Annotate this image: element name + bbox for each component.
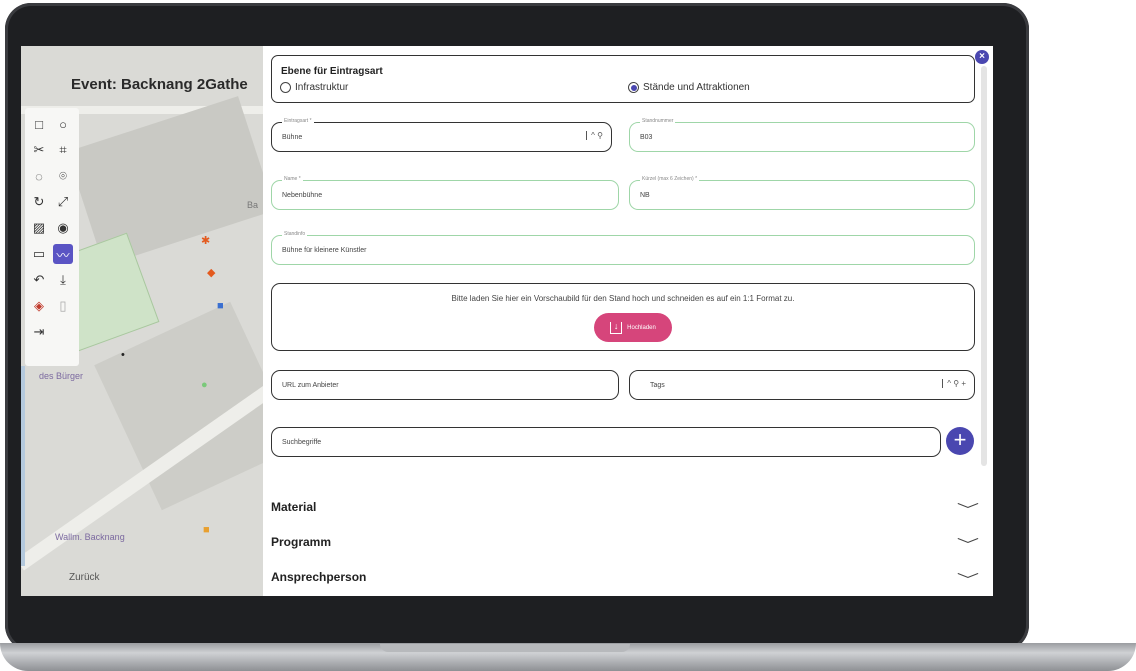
scrollbar[interactable]: [981, 66, 987, 466]
image-icon[interactable]: ▨: [29, 218, 49, 238]
field-placeholder: Suchbegriffe: [282, 439, 322, 446]
radio-dot[interactable]: [280, 82, 291, 93]
dropdown-search-icon[interactable]: ^ ⚲: [586, 131, 603, 140]
section-material[interactable]: Material ﹀: [271, 500, 979, 524]
upload-instructions: Bitte laden Sie hier ein Vorschaubild fü…: [451, 294, 795, 303]
radio-label: Stände und Attraktionen: [643, 82, 750, 93]
field-label: Eintragsart *: [282, 118, 314, 124]
rotate-icon[interactable]: ↻: [29, 192, 49, 212]
section-ansprechperson[interactable]: Ansprechperson ﹀: [271, 570, 979, 594]
chevron-down-icon[interactable]: ﹀: [957, 570, 979, 590]
chevron-down-icon[interactable]: ﹀: [957, 535, 979, 555]
square-icon[interactable]: □: [29, 114, 49, 134]
upload-button[interactable]: ↓ Hochladen: [594, 313, 672, 342]
screen: ✱ ◆ ■ ● • ■ Event: Backnang 2Gathe Wallm…: [21, 46, 993, 596]
field-value: NB: [640, 192, 650, 199]
map-label: Wallm. Backnang: [55, 532, 125, 542]
layer-type-title: Ebene für Eintragsart: [281, 66, 383, 77]
image-upload-area: Bitte laden Sie hier ein Vorschaubild fü…: [271, 283, 975, 351]
map-label: Ba: [247, 200, 259, 210]
resize-icon[interactable]: ⤢: [53, 192, 73, 212]
section-programm[interactable]: Programm ﹀: [271, 535, 979, 559]
dashed-circle-icon[interactable]: ◌: [29, 166, 49, 186]
suchbegriffe-field[interactable]: Suchbegriffe: [271, 427, 941, 457]
polygon-edit-icon[interactable]: ⌗: [53, 140, 73, 160]
map-block: [66, 96, 263, 266]
layers-icon[interactable]: ◈: [29, 296, 49, 316]
event-title: Event: Backnang 2Gathe: [71, 76, 248, 93]
location-pin-icon[interactable]: ⌾: [53, 166, 73, 186]
standinfo-field[interactable]: Standinfo Bühne für kleinere Künstler: [271, 231, 975, 265]
field-value: Bühne: [282, 134, 303, 141]
close-button[interactable]: ×: [975, 50, 989, 64]
circle-icon[interactable]: ○: [53, 114, 73, 134]
logout-icon[interactable]: ⇥: [29, 322, 49, 342]
black-marker-icon[interactable]: •: [121, 349, 125, 361]
radio-staende[interactable]: Stände und Attraktionen: [628, 82, 750, 93]
line-chart-icon[interactable]: 〰: [53, 244, 73, 264]
standnummer-field[interactable]: Standnummer B03: [629, 118, 975, 152]
eintragsart-select[interactable]: Eintragsart * Bühne ^ ⚲: [271, 118, 612, 152]
green-marker-icon[interactable]: ●: [201, 379, 208, 391]
radio-label: Infrastruktur: [295, 82, 349, 93]
laptop-notch: [380, 644, 630, 652]
map-view[interactable]: ✱ ◆ ■ ● • ■ Event: Backnang 2Gathe Wallm…: [21, 46, 263, 596]
upload-icon: ↓: [610, 321, 623, 334]
name-field[interactable]: Name * Nebenbühne: [271, 176, 619, 210]
field-label: Kürzel (max 6 Zeichen) *: [640, 176, 700, 182]
download-icon[interactable]: ⤓: [53, 270, 73, 290]
scissors-icon[interactable]: ✂: [29, 140, 49, 160]
tags-actions-icon[interactable]: ^ ⚲ +: [942, 379, 966, 388]
section-title: Ansprechperson: [271, 570, 367, 584]
field-label: Standinfo: [282, 231, 308, 237]
orange-marker-icon[interactable]: ■: [203, 524, 210, 536]
url-field[interactable]: URL zum Anbieter: [271, 370, 619, 400]
person-marker-icon[interactable]: ✱: [201, 234, 210, 247]
kurzel-field[interactable]: Kürzel (max 6 Zeichen) * NB: [629, 176, 975, 210]
undo-icon[interactable]: ↶: [29, 270, 49, 290]
section-title: Material: [271, 500, 317, 514]
tags-field[interactable]: Tags ^ ⚲ +: [629, 370, 975, 400]
field-value: Bühne für kleinere Künstler: [282, 247, 367, 254]
copy-icon[interactable]: ▯: [53, 296, 73, 316]
map-label: des Bürger: [39, 371, 84, 381]
layer-type-group: Ebene für Eintragsart Infrastruktur Stän…: [271, 55, 975, 103]
keyboard-icon[interactable]: ▭: [29, 244, 49, 264]
map-water: [21, 366, 25, 566]
field-placeholder: URL zum Anbieter: [282, 382, 339, 389]
tool-palette: □ ○ ✂ ⌗ ◌ ⌾ ↻ ⤢ ▨ ◉ ▭ 〰 ↶ ⤓ ◈ ▯ ⇥: [25, 108, 79, 366]
field-value: Nebenbühne: [282, 192, 323, 199]
info-marker-icon[interactable]: ■: [217, 300, 224, 312]
section-title: Programm: [271, 535, 332, 549]
chevron-down-icon[interactable]: ﹀: [957, 500, 979, 520]
food-marker-icon[interactable]: ◆: [207, 266, 215, 279]
add-button[interactable]: +: [946, 427, 974, 455]
field-placeholder: Tags: [650, 382, 665, 389]
entry-form-panel: × Ebene für Eintragsart Infrastruktur St…: [263, 46, 993, 596]
radio-infrastruktur[interactable]: Infrastruktur: [280, 82, 348, 93]
field-label: Name *: [282, 176, 303, 182]
radio-dot-selected[interactable]: [628, 82, 639, 93]
back-link[interactable]: Zurück: [69, 572, 100, 583]
eye-icon[interactable]: ◉: [53, 218, 73, 238]
upload-button-label: Hochladen: [627, 324, 656, 331]
field-label: Standnummer: [640, 118, 676, 124]
field-value: B03: [640, 134, 653, 141]
